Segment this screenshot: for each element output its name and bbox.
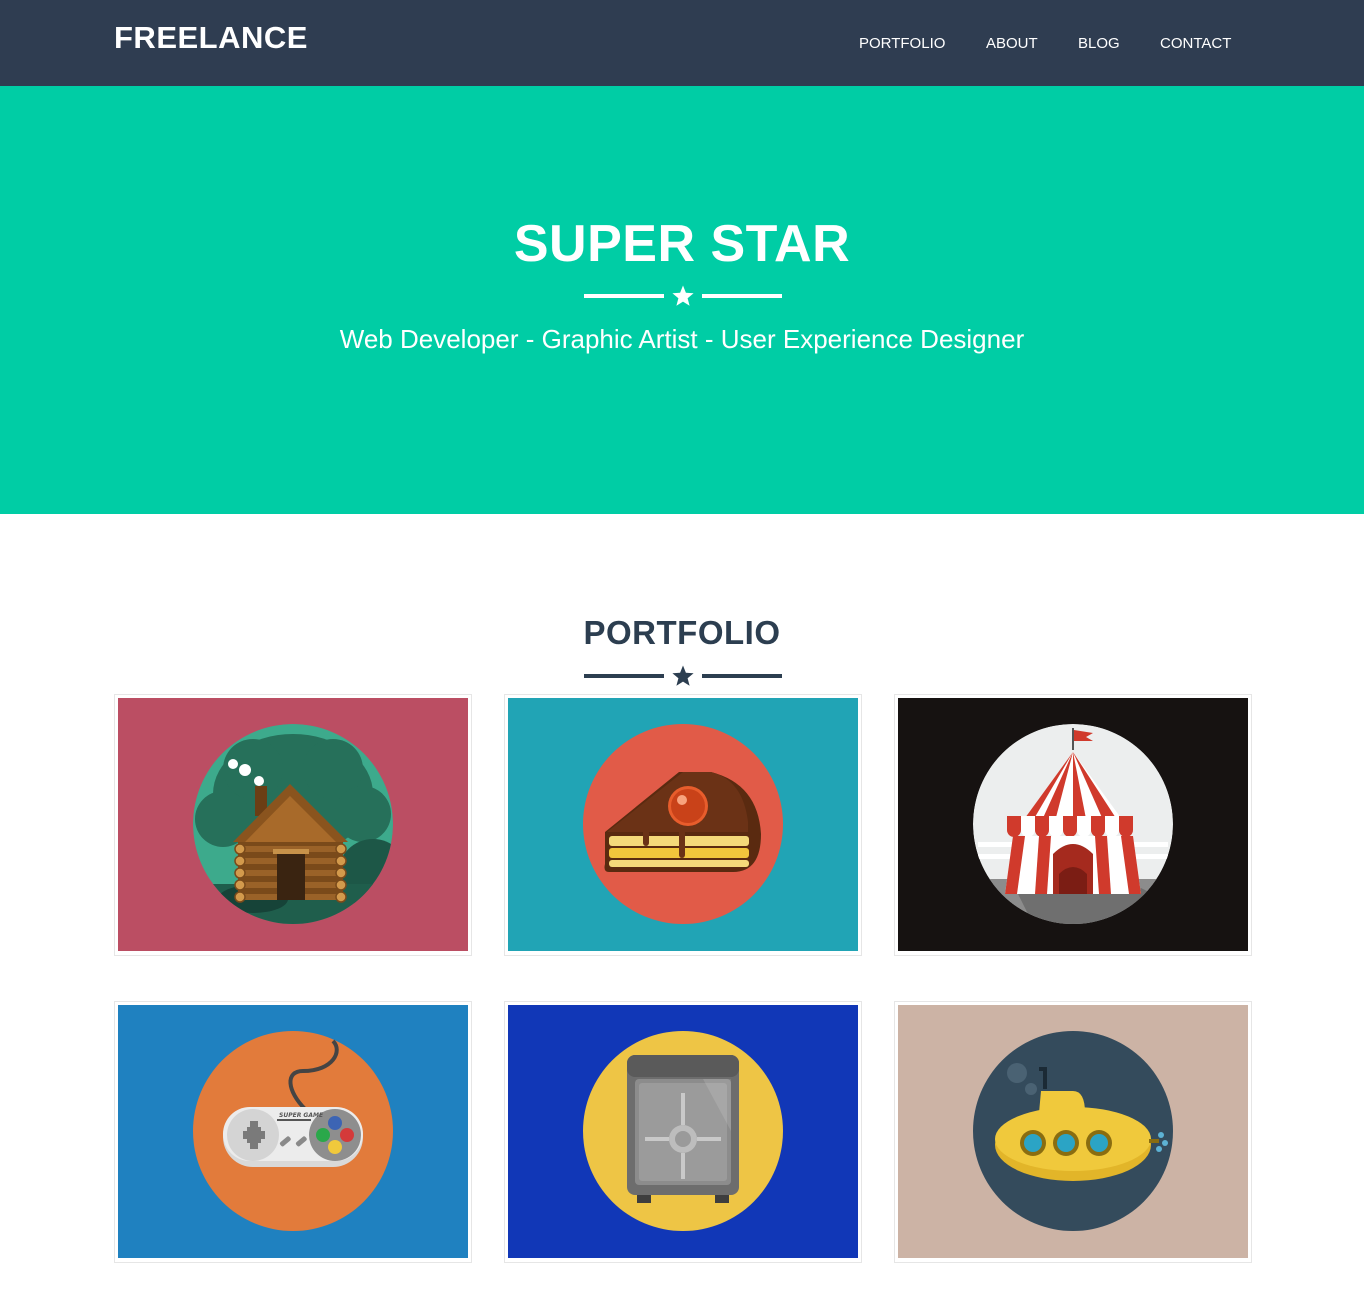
nav-link-contact[interactable]: CONTACT — [1160, 35, 1231, 53]
navbar: FREELANCE PORTFOLIO ABOUT BLOG CONTACT — [0, 0, 1364, 86]
hero-subtitle: Web Developer - Graphic Artist - User Ex… — [339, 324, 1025, 354]
controller-label-text: SUPER GAME — [279, 1112, 324, 1119]
portfolio-image — [118, 698, 468, 951]
cabin-icon — [193, 724, 393, 924]
cake-icon — [583, 724, 783, 924]
divider-line-right — [702, 294, 782, 298]
star-icon — [672, 665, 694, 686]
divider-line-left — [584, 674, 664, 678]
hero-title: SUPER STAR — [513, 215, 851, 273]
nav-link-about[interactable]: ABOUT — [986, 35, 1038, 53]
portfolio-item-cake[interactable] — [504, 694, 862, 956]
portfolio-image — [898, 1005, 1248, 1258]
nav-link-blog[interactable]: BLOG — [1078, 35, 1120, 53]
portfolio-item-safe[interactable] — [504, 1001, 862, 1263]
game-controller-icon: SUPER GAME — [193, 1031, 393, 1231]
portfolio-title: PORTFOLIO — [583, 614, 781, 651]
portfolio-image — [898, 698, 1248, 951]
divider-line-right — [702, 674, 782, 678]
portfolio-image — [508, 1005, 858, 1258]
portfolio-item-circus-tent[interactable] — [894, 694, 1252, 956]
submarine-icon — [973, 1031, 1173, 1231]
portfolio-item-game-controller[interactable]: SUPER GAME — [114, 1001, 472, 1263]
portfolio-item-cabin[interactable] — [114, 694, 472, 956]
nav-link-portfolio[interactable]: PORTFOLIO — [859, 35, 945, 53]
hero-header: SUPER STAR Web Developer - Graphic Artis… — [0, 86, 1364, 514]
circus-tent-icon — [973, 724, 1173, 924]
portfolio-item-submarine[interactable] — [894, 1001, 1252, 1263]
hero-divider — [584, 284, 782, 308]
star-icon — [672, 285, 694, 306]
divider-line-left — [584, 294, 664, 298]
brand-logo[interactable]: FREELANCE — [114, 20, 308, 56]
portfolio-divider — [584, 664, 782, 688]
portfolio-image: SUPER GAME — [118, 1005, 468, 1258]
portfolio-image — [508, 698, 858, 951]
safe-icon — [583, 1031, 783, 1231]
